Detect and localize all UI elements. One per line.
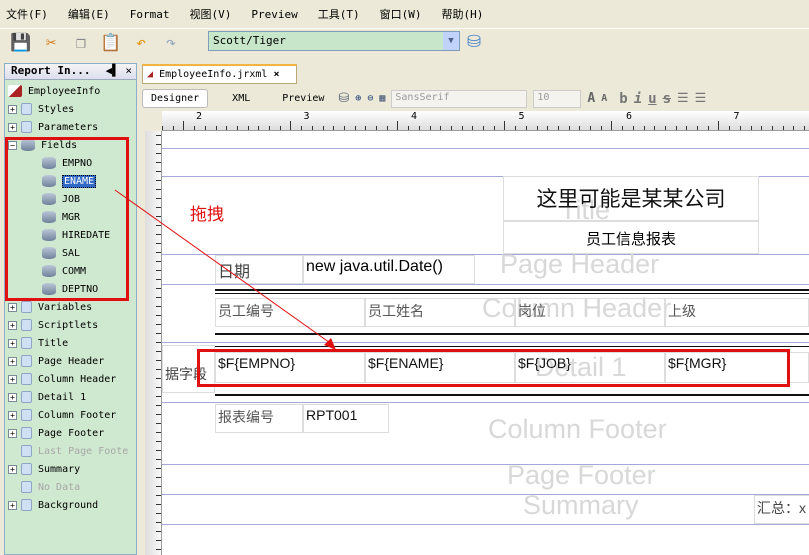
drag-arrow [114, 189, 336, 350]
